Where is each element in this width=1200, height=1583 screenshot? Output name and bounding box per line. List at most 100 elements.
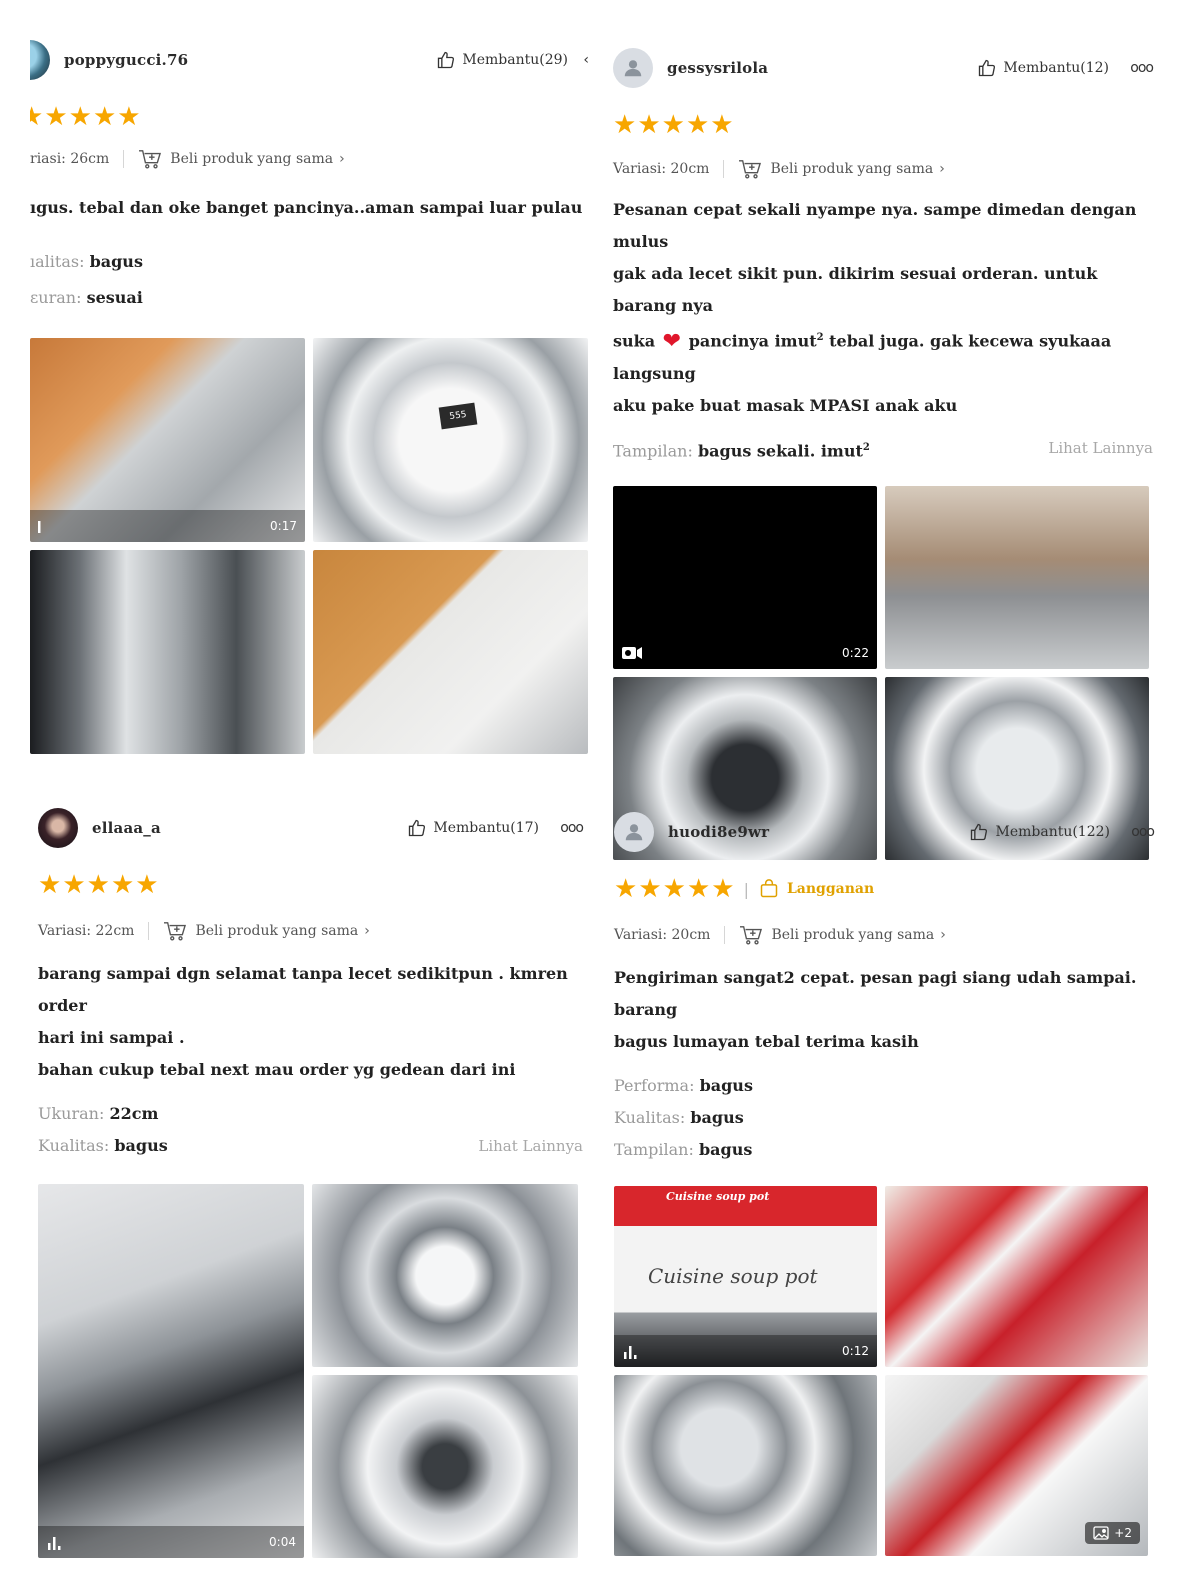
review-photo[interactable] — [885, 1186, 1148, 1367]
buy-same-link[interactable]: Beli produk yang sama › — [738, 158, 945, 180]
cart-plus-icon — [139, 150, 162, 169]
buy-same-label: Beli produk yang sama — [770, 161, 934, 177]
star-icon: ★ — [637, 110, 661, 140]
image-icon — [1093, 1526, 1109, 1540]
media-grid: 0:22 — [613, 485, 1153, 860]
user-icon — [625, 824, 643, 841]
star-icon: ★ — [117, 102, 141, 132]
attribute-row: Kualitas: bagus Lihat Lainnya — [38, 1130, 583, 1162]
see-more-link[interactable]: Lihat Lainnya — [478, 1130, 583, 1162]
attribute-value: bagus — [699, 1076, 753, 1095]
cart-plus-icon — [740, 926, 763, 945]
chevron-right-icon: › — [339, 151, 345, 167]
variation-label: Variasi: 20cm — [613, 161, 710, 177]
more-options-icon[interactable]: ooo — [1131, 824, 1155, 840]
thumbs-up-icon — [971, 823, 988, 841]
star-icon: ★ — [661, 110, 685, 140]
more-options-icon[interactable]: ooo — [1130, 60, 1154, 76]
star-icon: ★ — [710, 110, 734, 140]
variation-label: Variasi: 22cm — [38, 923, 135, 939]
star-icon: ★ — [135, 870, 159, 900]
shopping-bag-icon — [760, 879, 778, 898]
avatar[interactable] — [613, 48, 653, 88]
username[interactable]: ellaaa_a — [92, 819, 161, 837]
review-photo[interactable] — [312, 1375, 578, 1558]
buy-same-link[interactable]: Beli produk yang sama › — [138, 148, 345, 170]
helpful-button[interactable]: Membantu(17) — [407, 818, 539, 838]
attribute-value: 22cm — [109, 1104, 159, 1123]
attribute-key: Tampilan: — [613, 441, 693, 461]
play-icon — [38, 521, 41, 533]
star-icon: ★ — [638, 874, 662, 904]
review-text: barang sampai dgn selamat tanpa lecet se… — [38, 958, 583, 1086]
attribute-row: Kualitas: bagus — [614, 1102, 1154, 1134]
user-icon — [624, 60, 642, 77]
username[interactable]: huodi8e9wr — [668, 823, 769, 841]
superscript: 2 — [816, 332, 824, 343]
star-rating: ★ ★ ★ ★ ★ — [38, 872, 583, 898]
helpful-count: Membantu(12) — [1003, 60, 1109, 76]
buy-same-link[interactable]: Beli produk yang sama › — [163, 920, 370, 942]
star-icon: ★ — [62, 870, 86, 900]
divider — [148, 922, 150, 940]
avatar[interactable] — [38, 808, 78, 848]
variant-row: Variasi: 20cm Beli produk yang sama › — [613, 158, 1153, 180]
attribute-value: bagus — [690, 1108, 744, 1127]
see-more-link[interactable]: Lihat Lainnya — [1048, 432, 1153, 464]
buy-same-label: Beli produk yang sama — [771, 927, 935, 943]
variant-row: Variasi: 22cm Beli produk yang sama › — [38, 920, 583, 942]
more-photos-badge[interactable]: +2 — [1085, 1522, 1140, 1544]
attribute-value: sesuai — [86, 288, 143, 307]
buy-same-link[interactable]: Beli produk yang sama › — [739, 924, 946, 946]
video-duration: 0:17 — [270, 519, 297, 533]
review-photo[interactable]: 555 — [313, 338, 588, 542]
review-photo[interactable] — [30, 550, 305, 754]
cart-plus-icon — [739, 160, 762, 179]
attribute-row: ɛuran: sesuai — [30, 280, 590, 316]
buy-same-label: Beli produk yang sama — [170, 151, 334, 167]
more-options-icon[interactable]: ‹ — [583, 52, 589, 68]
star-rating: ★ ★ ★ ★ ★ — [30, 104, 590, 130]
variant-row: Variasi: 20cm Beli produk yang sama › — [614, 924, 1154, 946]
review-photo[interactable] — [614, 1375, 877, 1556]
helpful-button[interactable]: Membantu(29) — [436, 50, 568, 70]
star-rating: ★ ★ ★ ★ ★ — [613, 112, 1153, 138]
username[interactable]: poppygucci.76 — [64, 51, 188, 69]
star-icon: ★ — [613, 110, 637, 140]
review-photo[interactable] — [312, 1184, 578, 1367]
attribute-key: Tampilan: — [614, 1140, 694, 1159]
review-text-line: gak ada lecet sikit pun. dikirim sesuai … — [613, 264, 1098, 315]
helpful-button[interactable]: Membantu(12) — [977, 58, 1109, 78]
avatar[interactable] — [30, 40, 50, 80]
bar-chart-icon — [48, 1537, 61, 1550]
review-photo[interactable] — [885, 485, 1149, 669]
review-video[interactable]: Cuisine soup pot Cuisine soup pot 0:12 — [614, 1186, 877, 1367]
username[interactable]: gessysrilola — [667, 59, 768, 77]
attribute-row: Tampilan: bagus — [614, 1134, 1154, 1166]
attribute-value: bagus — [114, 1136, 168, 1155]
review-text: ıgus. tebal dan oke banget pancinya..ama… — [30, 192, 590, 224]
subscription-badge: Langganan — [759, 879, 874, 899]
attribute-key: ɛuran: — [30, 288, 82, 307]
video-duration: 0:12 — [842, 1344, 869, 1358]
star-icon: ★ — [662, 874, 686, 904]
attribute-value: bagus — [89, 252, 143, 271]
more-options-icon[interactable]: ooo — [560, 820, 584, 836]
video-duration: 0:22 — [842, 645, 869, 660]
review-video[interactable]: 0:04 — [38, 1184, 304, 1558]
review-video[interactable]: 0:17 — [30, 338, 305, 542]
heart-icon: ❤ — [662, 329, 682, 355]
helpful-button[interactable]: Membantu(122) — [969, 822, 1110, 842]
thumbs-up-icon — [409, 819, 426, 837]
avatar[interactable] — [614, 812, 654, 852]
video-bar — [614, 1335, 877, 1367]
review-photo[interactable]: +2 — [885, 1375, 1148, 1556]
divider — [123, 150, 125, 168]
helpful-count: Membantu(17) — [433, 820, 539, 836]
star-rating: ★ ★ ★ ★ ★ | Langganan — [614, 876, 1154, 902]
star-icon: ★ — [685, 110, 710, 140]
review-video[interactable]: 0:22 — [613, 485, 877, 669]
attribute-row: Performa: bagus — [614, 1070, 1154, 1102]
attribute-value: bagus — [698, 1140, 753, 1159]
review-photo[interactable] — [313, 550, 588, 754]
